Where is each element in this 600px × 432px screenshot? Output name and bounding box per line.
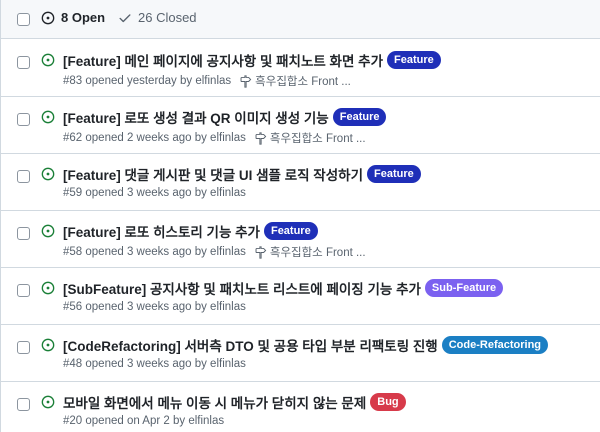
issue-milestone[interactable]: 흑우집합소 Front ... (254, 244, 366, 260)
issue-label[interactable]: Feature (387, 51, 441, 69)
closed-count-label: 26 Closed (138, 10, 197, 25)
issue-title-link[interactable]: [SubFeature] 공지사항 및 패치노트 리스트에 페이징 기능 추가 (63, 278, 421, 298)
milestone-icon (240, 74, 252, 88)
issue-row[interactable]: [Feature] 로또 생성 결과 QR 이미지 생성 기능 Feature … (1, 97, 600, 154)
issue-checkbox[interactable] (17, 398, 30, 411)
issue-checkbox[interactable] (17, 113, 30, 126)
issue-meta: #62 opened 2 weeks ago by elfinlas (63, 132, 246, 144)
issue-label[interactable]: Sub-Feature (424, 279, 504, 297)
issue-meta: #56 opened 3 weeks ago by elfinlas (63, 301, 246, 313)
issue-meta: #59 opened 3 weeks ago by elfinlas (63, 187, 246, 199)
issue-row[interactable]: 모바일 화면에서 메뉴 이동 시 메뉴가 닫히지 않는 문제 Bug #20 o… (1, 382, 600, 432)
open-issues-filter[interactable]: 8 Open (41, 10, 105, 25)
select-all-checkbox[interactable] (17, 13, 30, 26)
issue-row[interactable]: [Feature] 메인 페이지에 공지사항 및 패치노트 화면 추가 Feat… (1, 40, 600, 97)
issue-open-icon (41, 338, 55, 352)
issue-title-link[interactable]: [Feature] 로또 히스토리 기능 추가 (63, 221, 260, 241)
issue-checkbox[interactable] (17, 170, 30, 183)
issue-open-icon (41, 167, 55, 181)
issue-meta: #20 opened on Apr 2 by elfinlas (63, 415, 225, 427)
issue-meta: #48 opened 3 weeks ago by elfinlas (63, 358, 246, 370)
issue-checkbox[interactable] (17, 56, 30, 69)
issue-open-icon (41, 53, 55, 67)
issue-label[interactable]: Feature (332, 108, 387, 126)
milestone-icon (255, 245, 267, 259)
issue-meta: #58 opened 3 weeks ago by elfinlas (63, 246, 246, 258)
issue-title-link[interactable]: 모바일 화면에서 메뉴 이동 시 메뉴가 닫히지 않는 문제 (63, 392, 366, 412)
check-icon (119, 13, 131, 22)
issue-row[interactable]: [SubFeature] 공지사항 및 패치노트 리스트에 페이징 기능 추가 … (1, 268, 600, 325)
issue-open-icon (41, 11, 55, 24)
issue-label[interactable]: Bug (370, 393, 406, 411)
issue-row[interactable]: [CodeRefactoring] 서버측 DTO 및 공용 타입 부분 리팩토… (1, 325, 600, 382)
milestone-label: 흑우집합소 Front ... (269, 133, 366, 145)
issue-open-icon (41, 281, 55, 295)
issue-label[interactable]: Feature (366, 165, 421, 183)
issue-title-link[interactable]: [Feature] 로또 생성 결과 QR 이미지 생성 기능 (63, 107, 329, 127)
milestone-icon (255, 131, 267, 145)
issue-title-link[interactable]: [Feature] 메인 페이지에 공지사항 및 패치노트 화면 추가 (63, 50, 383, 70)
milestone-label: 흑우집합소 Front ... (255, 76, 351, 88)
issue-row[interactable]: [Feature] 댓글 게시판 및 댓글 UI 샘플 로직 작성하기 Feat… (1, 154, 600, 211)
issue-milestone[interactable]: 흑우집합소 Front ... (254, 130, 366, 146)
milestone-label: 흑우집합소 Front ... (269, 247, 366, 259)
issue-label[interactable]: Code-Refactoring (441, 336, 549, 354)
closed-issues-filter[interactable]: 26 Closed (118, 10, 197, 25)
issue-label[interactable]: Feature (263, 222, 318, 240)
issue-title-link[interactable]: [CodeRefactoring] 서버측 DTO 및 공용 타입 부분 리팩토… (63, 335, 438, 355)
issue-open-icon (41, 395, 55, 409)
issue-checkbox[interactable] (17, 227, 30, 240)
issues-list: 8 Open 26 Closed [Feature] 메인 페이지에 공지사항 … (0, 0, 600, 432)
issue-checkbox[interactable] (17, 341, 30, 354)
issue-row[interactable]: [Feature] 로또 히스토리 기능 추가 Feature #58 open… (1, 211, 600, 268)
issue-open-icon (41, 110, 55, 124)
issue-meta: #83 opened yesterday by elfinlas (63, 75, 232, 87)
issue-checkbox[interactable] (17, 284, 30, 297)
open-count-label: 8 Open (61, 10, 106, 25)
issue-title-link[interactable]: [Feature] 댓글 게시판 및 댓글 UI 샘플 로직 작성하기 (63, 164, 363, 184)
issues-list-header: 8 Open 26 Closed (1, 0, 600, 39)
issue-open-icon (41, 224, 55, 238)
issue-milestone[interactable]: 흑우집합소 Front ... (239, 73, 351, 89)
